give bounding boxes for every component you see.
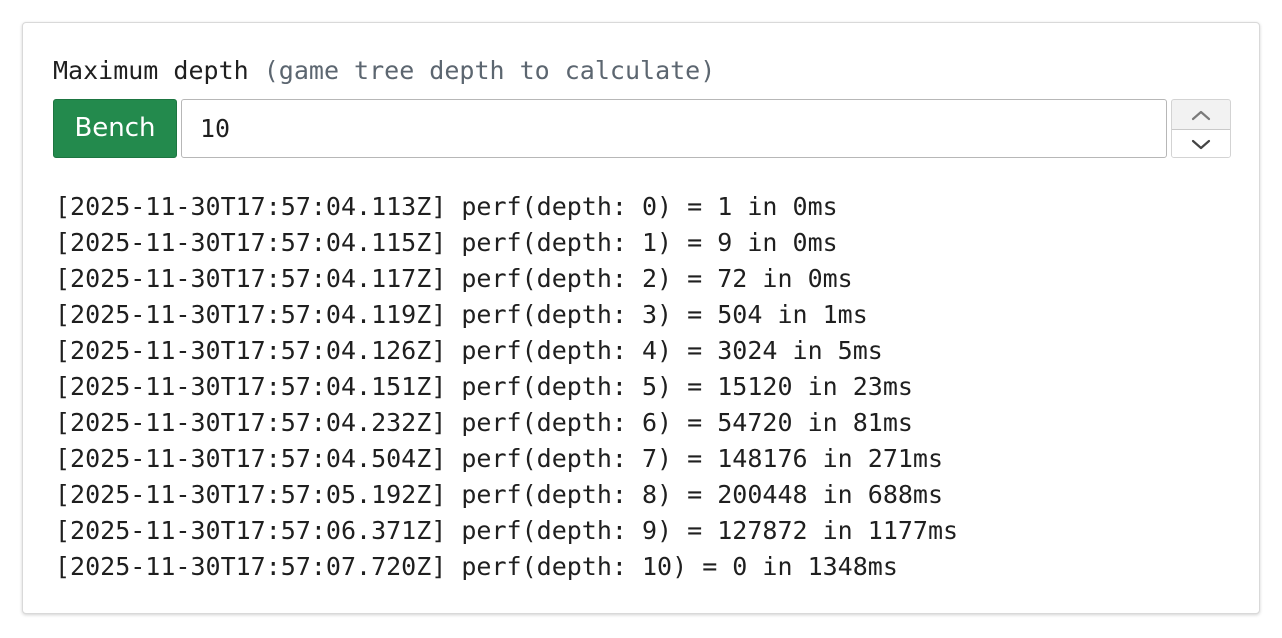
depth-hint: (game tree depth to calculate) xyxy=(263,56,716,85)
chevron-up-icon xyxy=(1191,110,1211,120)
depth-label: Maximum depth xyxy=(53,56,249,85)
stepper-down-button[interactable] xyxy=(1172,129,1230,157)
log-line: [2025-11-30T17:57:06.371Z] perf(depth: 9… xyxy=(55,516,959,545)
stepper-up-button[interactable] xyxy=(1172,100,1230,129)
depth-label-row: Maximum depth (game tree depth to calcul… xyxy=(53,55,715,87)
depth-stepper[interactable] xyxy=(1171,99,1231,158)
log-line: [2025-11-30T17:57:04.113Z] perf(depth: 0… xyxy=(55,192,838,221)
log-line: [2025-11-30T17:57:04.151Z] perf(depth: 5… xyxy=(55,372,913,401)
log-line: [2025-11-30T17:57:04.117Z] perf(depth: 2… xyxy=(55,264,853,293)
log-line: [2025-11-30T17:57:04.126Z] perf(depth: 4… xyxy=(55,336,883,365)
depth-input[interactable]: 10 xyxy=(181,99,1167,158)
perf-log: [2025-11-30T17:57:04.113Z] perf(depth: 0… xyxy=(55,189,958,585)
log-line: [2025-11-30T17:57:04.504Z] perf(depth: 7… xyxy=(55,444,944,473)
chevron-down-icon xyxy=(1191,139,1211,149)
bench-panel: Maximum depth (game tree depth to calcul… xyxy=(22,22,1260,614)
log-line: [2025-11-30T17:57:05.192Z] perf(depth: 8… xyxy=(55,480,944,509)
log-line: [2025-11-30T17:57:04.119Z] perf(depth: 3… xyxy=(55,300,868,329)
log-line: [2025-11-30T17:57:04.232Z] perf(depth: 6… xyxy=(55,408,913,437)
log-line: [2025-11-30T17:57:07.720Z] perf(depth: 1… xyxy=(55,552,898,581)
log-line: [2025-11-30T17:57:04.115Z] perf(depth: 1… xyxy=(55,228,838,257)
bench-button[interactable]: Bench xyxy=(53,99,177,158)
